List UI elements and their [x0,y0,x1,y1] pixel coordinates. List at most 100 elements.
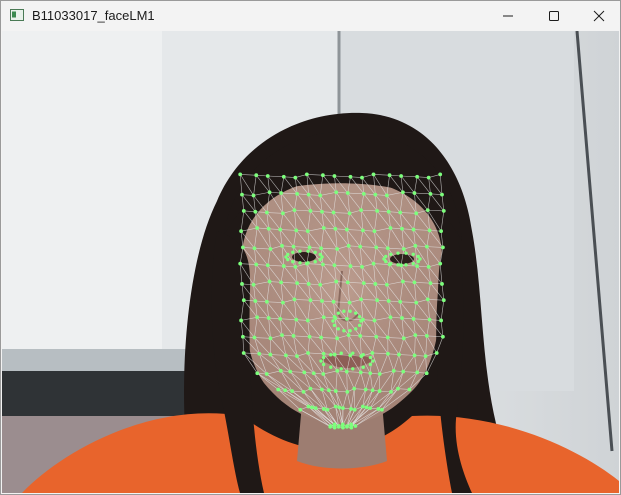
landmark-point [332,314,337,319]
landmark-point [321,226,326,230]
landmark-point [415,174,420,179]
landmark-point [425,208,430,213]
dark-ledge [2,371,202,416]
landmark-point [441,209,446,213]
landmark-point [293,264,298,269]
landmark-point [384,282,389,287]
landmark-point [412,280,417,285]
landmark-point [389,389,393,394]
landmark-point [329,365,333,369]
landmark-point [401,369,406,374]
landmark-point [268,352,273,357]
landmark-point [348,329,352,333]
landmark-point [411,227,416,232]
minimize-button[interactable] [485,1,531,31]
landmark-point [348,174,353,179]
landmark-point [267,190,272,195]
landmark-point [415,370,420,375]
landmark-point [306,282,311,286]
landmark-point [331,210,336,215]
landmark-point [349,423,353,428]
landmark-point [290,389,294,393]
landmark-point [321,262,325,267]
landmark-point [360,264,364,269]
landmark-point [384,254,388,259]
landmark-point [335,247,340,251]
landmark-point [440,282,444,286]
landmark-point [239,318,244,323]
landmark-point [401,247,406,251]
landmark-point [358,370,363,375]
landmark-point [284,353,288,358]
landmark-point [267,279,272,284]
landmark-point [441,334,445,339]
landmark-point [279,191,283,195]
camera-viewport [2,31,619,493]
landmark-point [310,405,314,410]
landmark-point [374,245,379,250]
landmark-point [279,280,283,285]
landmark-point [311,371,316,376]
landmark-point [427,228,432,233]
landmark-point [305,229,310,234]
landmark-point [319,335,323,340]
landmark-point [325,407,330,412]
landmark-point [389,252,393,257]
landmark-point [313,259,317,264]
landmark-point [396,251,400,255]
landmark-point [401,336,406,341]
landmark-point [281,211,285,216]
landmark-point [294,228,299,233]
landmark-point [313,250,317,255]
landmark-point [375,298,380,303]
landmark-point [359,297,363,302]
landmark-point [416,254,420,259]
landmark-point [332,174,337,178]
landmark-point [240,282,244,286]
landmark-point [333,226,338,231]
landmark-point [265,263,270,268]
landmark-point [333,404,338,409]
landmark-point [414,300,419,305]
landmark-point [306,261,310,265]
landmark-point [306,404,311,409]
landmark-point [305,318,310,323]
landmark-point [306,249,310,253]
title-bar[interactable]: B11033017_faceLM1 [1,1,620,31]
landmark-point [308,209,313,213]
landmark-point [278,227,283,232]
landmark-point [288,369,293,374]
landmark-point [334,279,339,284]
landmark-point [357,323,362,328]
landmark-point [320,387,324,392]
landmark-point [280,333,284,338]
landmark-point [293,175,298,180]
close-button[interactable] [576,1,620,31]
landmark-point [372,229,377,234]
landmark-point [360,404,365,409]
landmark-point [389,261,393,266]
maximize-button[interactable] [531,1,577,31]
window-title: B11033017_faceLM1 [32,8,155,23]
landmark-point [424,371,429,376]
app-icon [10,9,24,21]
landmark-point [374,334,379,339]
landmark-point [361,228,365,233]
landmark-point [291,334,296,338]
landmark-point [291,244,296,249]
landmark-point [349,407,353,411]
landmark-point [368,355,373,360]
landmark-point [318,257,322,262]
landmark-point [318,252,322,257]
landmark-point [254,262,259,267]
landmark-point [400,316,404,320]
landmark-point [351,367,355,371]
landmark-point [336,311,340,315]
landmark-point [319,246,323,251]
landmark-point [266,226,271,231]
landmark-point [295,191,300,196]
landmark-point [348,309,352,313]
landmark-point [264,299,269,304]
landmark-point [320,209,324,214]
landmark-point [424,334,429,338]
